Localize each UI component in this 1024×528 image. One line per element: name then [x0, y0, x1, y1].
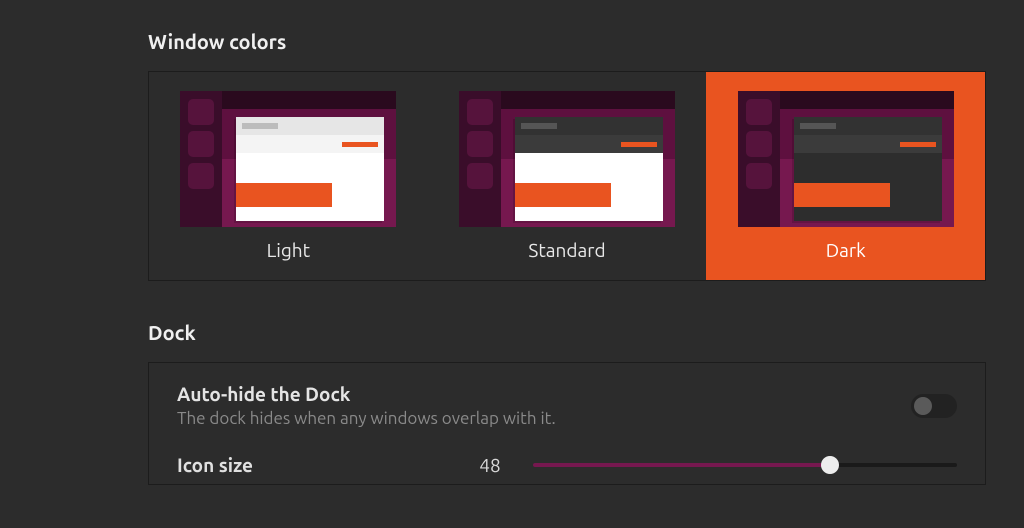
theme-label-light: Light [267, 239, 311, 261]
autohide-toggle[interactable] [911, 394, 957, 418]
dock-panel: Auto-hide the Dock The dock hides when a… [148, 362, 986, 485]
theme-label-dark: Dark [826, 239, 866, 261]
window-colors-title: Window colors [148, 30, 996, 53]
window-colors-options: Light Standard Dark [148, 71, 986, 281]
autohide-row: Auto-hide the Dock The dock hides when a… [177, 383, 957, 428]
theme-preview-dark [738, 91, 954, 227]
slider-thumb[interactable] [821, 456, 839, 474]
icon-size-label: Icon size [177, 454, 447, 476]
autohide-description: The dock hides when any windows overlap … [177, 409, 556, 428]
icon-size-value: 48 [465, 454, 515, 476]
dock-section-title: Dock [148, 321, 996, 344]
theme-option-standard[interactable]: Standard [428, 72, 707, 280]
icon-size-row: Icon size 48 [177, 454, 957, 476]
theme-label-standard: Standard [528, 239, 605, 261]
theme-option-light[interactable]: Light [149, 72, 428, 280]
slider-fill [533, 463, 830, 467]
theme-option-dark[interactable]: Dark [706, 72, 985, 280]
autohide-label: Auto-hide the Dock [177, 383, 556, 405]
toggle-knob [914, 397, 932, 415]
icon-size-slider[interactable] [533, 455, 957, 475]
theme-preview-standard [459, 91, 675, 227]
theme-preview-light [180, 91, 396, 227]
